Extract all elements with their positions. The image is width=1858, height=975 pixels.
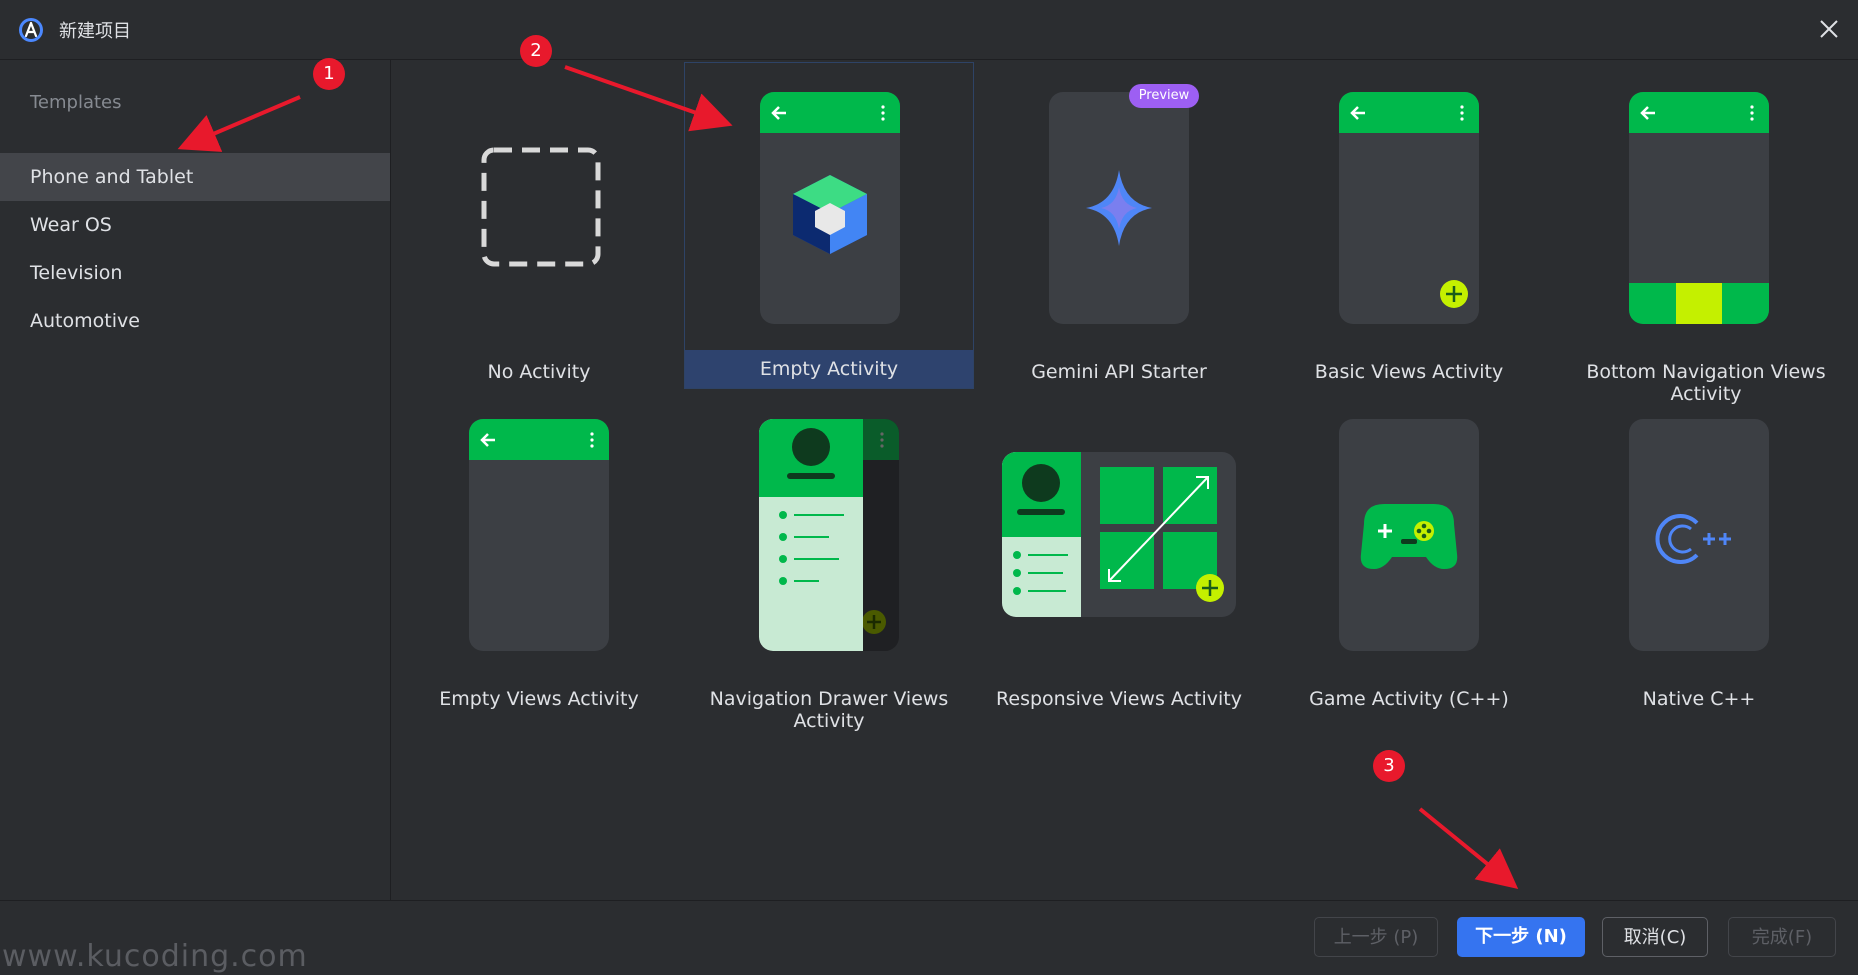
finish-button[interactable]: 完成(F) (1728, 917, 1836, 957)
responsive-views-tablet-icon (1002, 452, 1236, 617)
template-category-sidebar: Templates Phone and Tablet Wear OS Telev… (0, 60, 391, 900)
basic-views-phone-icon (1339, 92, 1479, 324)
dialog-footer: www.kucoding.com 上一步 (P) 下一步 (N) 取消(C) 完… (0, 900, 1858, 975)
template-label: Native C++ (1642, 688, 1756, 710)
template-card-responsive-views-activity[interactable]: Responsive Views Activity (974, 389, 1264, 716)
template-label: No Activity (487, 361, 591, 383)
template-label: Gemini API Starter (1031, 361, 1207, 383)
gemini-phone-icon (1049, 92, 1189, 324)
android-studio-icon (19, 18, 43, 42)
sidebar-item-television[interactable]: Television (0, 249, 390, 297)
template-card-basic-views-activity[interactable]: Basic Views Activity (1264, 62, 1554, 389)
template-card-navigation-drawer-views-activity[interactable]: Navigation Drawer Views Activity (684, 389, 974, 732)
next-button[interactable]: 下一步 (N) (1457, 917, 1585, 957)
sidebar-item-phone-and-tablet[interactable]: Phone and Tablet (0, 153, 390, 201)
sidebar-item-automotive[interactable]: Automotive (0, 297, 390, 345)
sidebar-header: Templates (30, 92, 122, 113)
annotation-badge-1: 1 (313, 58, 345, 90)
close-icon[interactable] (1814, 14, 1844, 44)
template-card-game-activity-cpp[interactable]: Game Activity (C++) (1264, 389, 1554, 716)
annotation-badge-2: 2 (520, 35, 552, 67)
template-label: Navigation Drawer Views Activity (709, 688, 949, 732)
game-controller-phone-icon (1339, 419, 1479, 651)
annotation-badge-3: 3 (1373, 750, 1405, 782)
template-label: Game Activity (C++) (1309, 688, 1509, 710)
template-card-empty-activity[interactable]: Empty Activity (684, 62, 974, 389)
no-activity-icon (481, 147, 601, 267)
template-card-native-cpp[interactable]: Native C++ (1554, 389, 1844, 716)
template-label: Responsive Views Activity (996, 688, 1242, 710)
template-card-gemini-api-starter[interactable]: Preview Gemini API Starter (974, 62, 1264, 389)
cpp-phone-icon (1629, 419, 1769, 651)
empty-views-phone-icon (469, 419, 609, 651)
window-title: 新建项目 (59, 21, 131, 42)
template-label: Empty Views Activity (439, 688, 639, 710)
template-label: Basic Views Activity (1314, 361, 1504, 383)
navigation-drawer-phone-icon (759, 419, 899, 651)
template-label: Empty Activity (685, 350, 973, 388)
title-bar: 新建项目 (0, 0, 1858, 60)
bottom-navigation-phone-icon (1629, 92, 1769, 324)
template-card-no-activity[interactable]: No Activity (394, 62, 684, 389)
empty-activity-phone-icon (760, 92, 900, 324)
template-grid: No Activity Empty Activity Preview Gemin… (391, 60, 1858, 900)
template-card-bottom-navigation-views-activity[interactable]: Bottom Navigation Views Activity (1554, 62, 1858, 405)
preview-badge: Preview (1129, 84, 1199, 108)
cancel-button[interactable]: 取消(C) (1602, 917, 1708, 957)
previous-button[interactable]: 上一步 (P) (1314, 917, 1438, 957)
sidebar-item-wear-os[interactable]: Wear OS (0, 201, 390, 249)
template-card-empty-views-activity[interactable]: Empty Views Activity (394, 389, 684, 716)
watermark: www.kucoding.com (2, 939, 308, 974)
